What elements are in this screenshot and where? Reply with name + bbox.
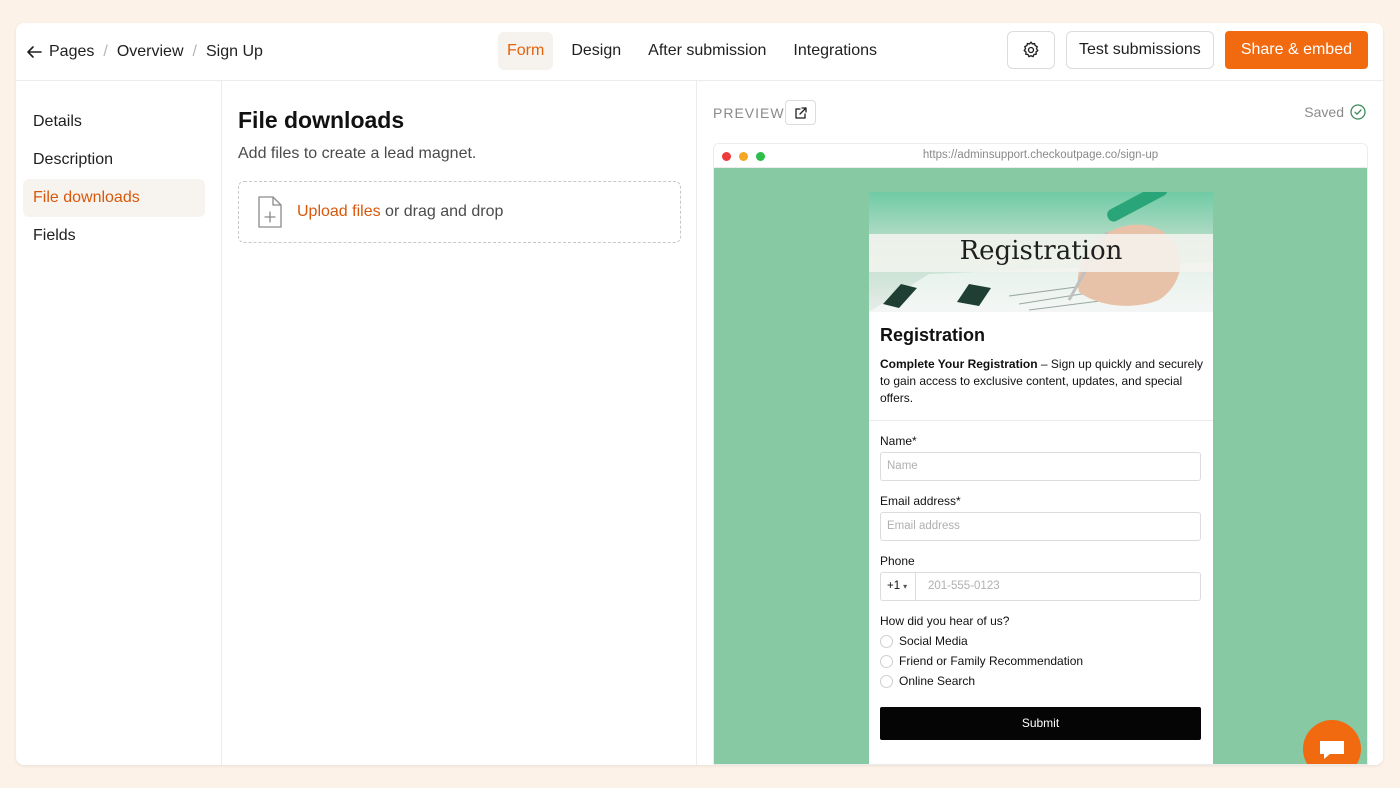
sidebar-item-description[interactable]: Description <box>23 141 205 179</box>
save-status: Saved <box>1304 104 1366 120</box>
name-field[interactable]: Name <box>880 452 1201 481</box>
breadcrumb-pages[interactable]: Pages <box>49 43 94 61</box>
external-link-icon <box>794 106 807 119</box>
check-circle-icon <box>1350 104 1366 120</box>
hero-title: Registration <box>959 236 1123 266</box>
breadcrumb-separator: / <box>103 43 108 60</box>
upload-files-link[interactable]: Upload files <box>297 203 381 220</box>
preview-canvas: Registration Registration Complete Your … <box>714 168 1367 764</box>
app-window: Pages / Overview / Sign Up Form Design A… <box>16 23 1383 765</box>
email-field[interactable]: Email address <box>880 512 1201 541</box>
header-actions: Test submissions Share & embed <box>1006 31 1368 69</box>
radio-option-friend-family[interactable]: Friend or Family Recommendation <box>880 654 1083 668</box>
gear-icon <box>1023 41 1039 58</box>
chat-button[interactable] <box>1303 720 1361 764</box>
preview-label: PREVIEW <box>713 105 785 121</box>
phone-placeholder: 201-555-0123 <box>928 580 1000 592</box>
radio-option-social-media[interactable]: Social Media <box>880 634 968 648</box>
tab-after-submission[interactable]: After submission <box>639 32 775 70</box>
chevron-down-icon: ▾ <box>903 582 908 591</box>
tab-form[interactable]: Form <box>498 32 554 70</box>
hero-image: Registration <box>869 192 1213 312</box>
radio-icon <box>880 674 893 688</box>
tab-integrations[interactable]: Integrations <box>784 32 886 70</box>
settings-button[interactable] <box>1006 31 1055 69</box>
breadcrumb: Pages / Overview / Sign Up <box>25 23 263 81</box>
referral-question: How did you hear of us? <box>880 614 1010 628</box>
form-description: Complete Your Registration – Sign up qui… <box>880 356 1205 407</box>
share-embed-button[interactable]: Share & embed <box>1224 31 1368 69</box>
open-preview-button[interactable] <box>785 100 816 125</box>
tab-bar: Form Design After submission Integration… <box>498 32 895 70</box>
tab-design[interactable]: Design <box>562 32 630 70</box>
breadcrumb-sign-up[interactable]: Sign Up <box>206 43 263 61</box>
description-bold: Complete Your Registration <box>880 357 1038 371</box>
test-submissions-button[interactable]: Test submissions <box>1065 31 1214 69</box>
dropzone-hint: or drag and drop <box>380 203 504 220</box>
radio-icon <box>880 654 893 668</box>
chat-icon <box>1320 741 1344 759</box>
country-code-select[interactable]: +1 ▾ <box>881 573 916 600</box>
divider <box>869 420 1213 421</box>
editor-panel: File downloads Add files to create a lea… <box>222 81 697 765</box>
save-status-text: Saved <box>1304 104 1344 120</box>
section-title: File downloads <box>238 107 405 133</box>
section-subtitle: Add files to create a lead magnet. <box>238 145 477 162</box>
sidebar-item-fields[interactable]: Fields <box>23 217 205 255</box>
browser-url: https://adminsupport.checkoutpage.co/sig… <box>922 149 1159 161</box>
name-label: Name* <box>880 434 917 448</box>
browser-bar: https://adminsupport.checkoutpage.co/sig… <box>714 144 1367 168</box>
file-dropzone[interactable]: Upload files or drag and drop <box>238 181 681 243</box>
phone-field[interactable]: +1 ▾ 201-555-0123 <box>880 572 1201 601</box>
sidebar: Details Description File downloads Field… <box>16 81 222 765</box>
back-arrow-icon[interactable] <box>25 43 43 61</box>
dropzone-text: Upload files or drag and drop <box>297 203 503 221</box>
sidebar-item-details[interactable]: Details <box>23 103 205 141</box>
form-title: Registration <box>880 325 986 345</box>
email-label: Email address* <box>880 494 961 508</box>
preview-panel: PREVIEW Saved https://adminsupport.check… <box>697 81 1383 765</box>
radio-option-online-search[interactable]: Online Search <box>880 674 975 688</box>
submit-button[interactable]: Submit <box>880 707 1201 740</box>
top-bar: Pages / Overview / Sign Up Form Design A… <box>16 23 1383 81</box>
form-card: Registration Registration Complete Your … <box>869 192 1213 764</box>
file-plus-icon <box>258 196 282 228</box>
breadcrumb-overview[interactable]: Overview <box>117 43 184 61</box>
phone-label: Phone <box>880 554 915 568</box>
browser-mockup: https://adminsupport.checkoutpage.co/sig… <box>713 143 1368 765</box>
radio-icon <box>880 634 893 648</box>
sidebar-item-file-downloads[interactable]: File downloads <box>23 179 205 217</box>
breadcrumb-separator: / <box>192 43 197 60</box>
